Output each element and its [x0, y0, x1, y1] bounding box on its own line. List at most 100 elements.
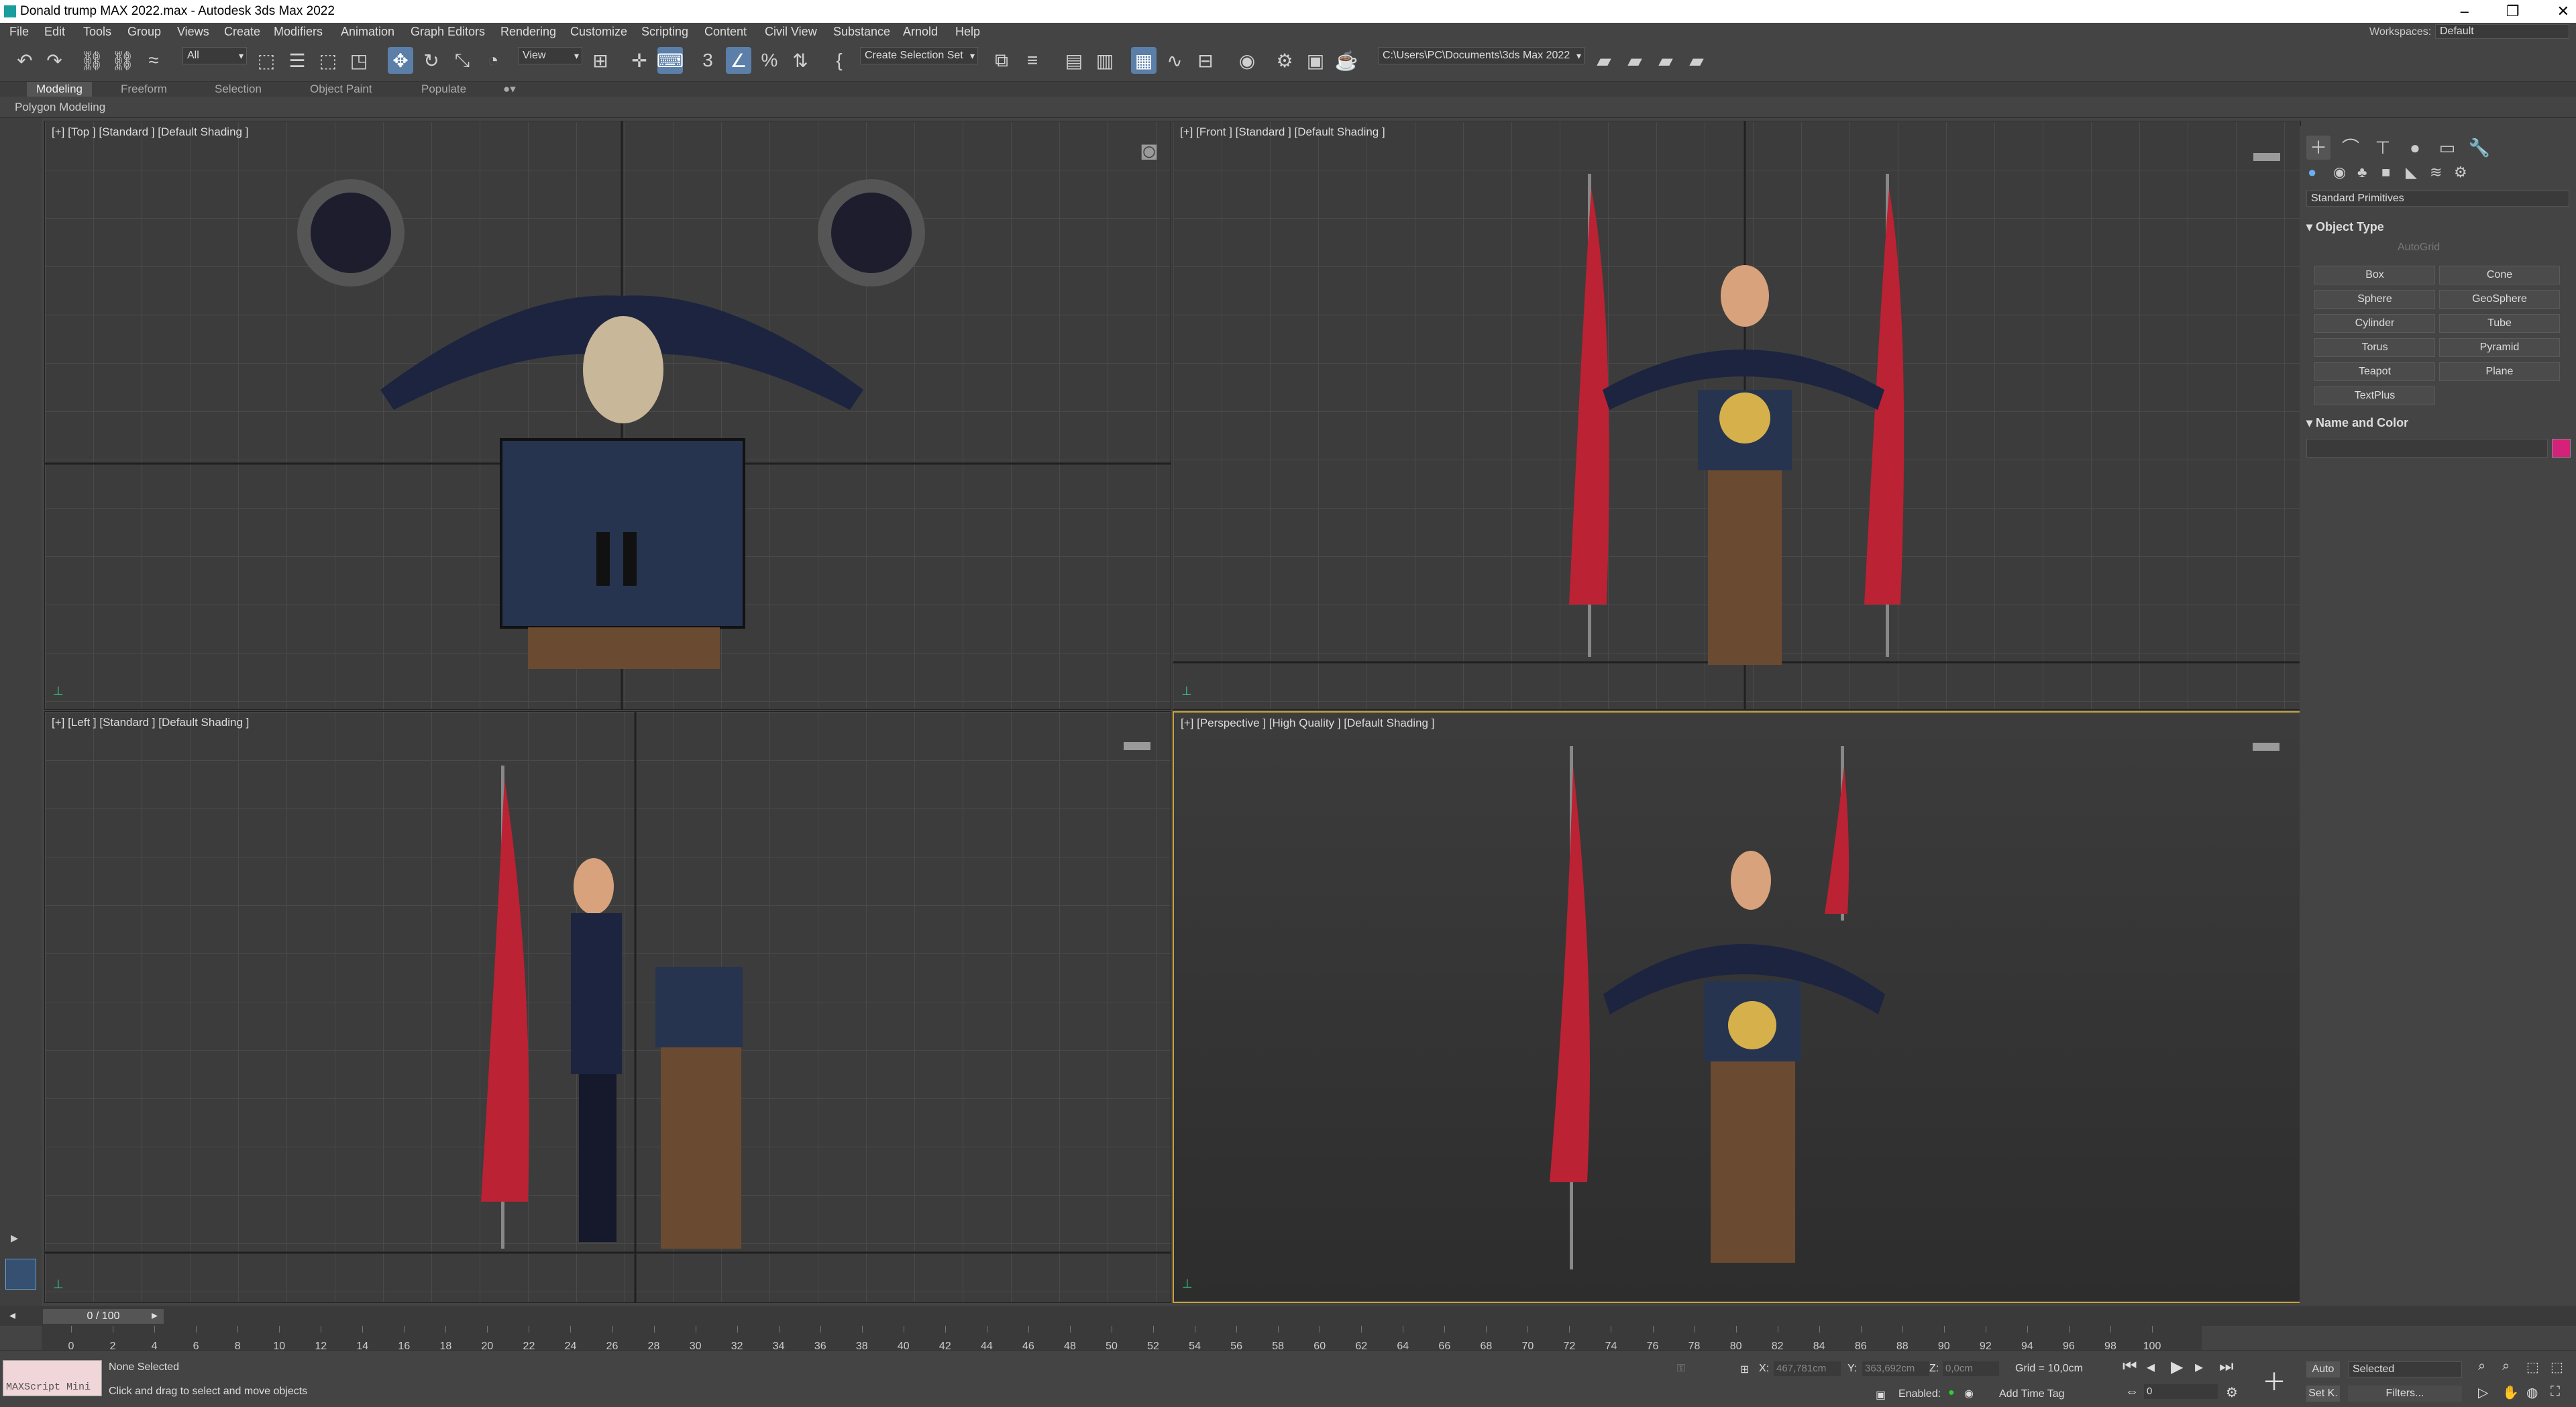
lights-icon[interactable]: ♣ — [2357, 164, 2367, 181]
orbit-icon[interactable]: ◍ — [2526, 1384, 2538, 1401]
select-object-icon[interactable]: ⬚ — [254, 47, 279, 74]
current-frame-field[interactable]: 0 — [2144, 1384, 2218, 1399]
menu-civil-view[interactable]: Civil View — [765, 25, 817, 39]
auto-key-button[interactable]: Auto — [2306, 1361, 2340, 1377]
pyramid-button[interactable]: Pyramid — [2439, 338, 2560, 357]
viewport-layout-icon[interactable] — [5, 1259, 36, 1290]
zoom-icon[interactable]: ⌕ — [2478, 1359, 2485, 1374]
spinner-snap-icon[interactable]: ⇅ — [788, 47, 813, 74]
pan-icon[interactable]: ✋ — [2502, 1384, 2519, 1401]
project-folder-icon[interactable]: ▰ — [1591, 47, 1617, 74]
autogrid-checkbox[interactable]: AutoGrid — [2398, 242, 2440, 254]
create-tab-icon[interactable]: ＋ — [2306, 136, 2330, 160]
reference-coordinate-dropdown[interactable]: View — [518, 47, 582, 64]
selection-filter-dropdown[interactable]: All — [182, 47, 247, 64]
menu-tools[interactable]: Tools — [83, 25, 111, 39]
x-coordinate-field[interactable]: 467,781cm — [1774, 1361, 1841, 1376]
close-icon[interactable]: ✕ — [2557, 0, 2569, 23]
box-button[interactable]: Box — [2314, 266, 2435, 284]
menu-group[interactable]: Group — [127, 25, 161, 39]
shapes-icon[interactable]: ◉ — [2333, 164, 2346, 181]
zoom-all-icon[interactable]: ⌕ — [2502, 1359, 2510, 1374]
z-coordinate-field[interactable]: 0,0cm — [1943, 1361, 1999, 1376]
curve-editor-icon[interactable]: ∿ — [1162, 47, 1187, 74]
polygon-modeling-panel[interactable]: Polygon Modeling — [15, 101, 105, 114]
angle-snap-icon[interactable]: ∠ — [726, 47, 751, 74]
space-warps-icon[interactable]: ≋ — [2430, 164, 2442, 181]
menu-content[interactable]: Content — [704, 25, 747, 39]
viewport-front[interactable]: [+] [Front ] [Standard ] [Default Shadin… — [1173, 121, 2301, 710]
time-slider-handle[interactable]: 0 / 100 — [43, 1309, 164, 1324]
unlink-icon[interactable]: ⛓ — [110, 47, 136, 74]
time-config-icon[interactable]: ⚙ — [2226, 1384, 2238, 1401]
key-mode-icon[interactable]: ⇔ — [2125, 1384, 2139, 1400]
render-production-icon[interactable]: ☕ — [1334, 47, 1359, 74]
rect-selection-icon[interactable]: ⬚ — [315, 47, 341, 74]
menu-substance[interactable]: Substance — [833, 25, 890, 39]
add-key-icon[interactable]: ＋ — [2262, 1363, 2286, 1398]
align-icon[interactable]: ≡ — [1020, 47, 1045, 74]
named-selection-dropdown[interactable]: Create Selection Set — [860, 47, 978, 64]
menu-arnold[interactable]: Arnold — [903, 25, 938, 39]
object-category-dropdown[interactable]: Standard Primitives — [2306, 191, 2569, 207]
menu-graph-editors[interactable]: Graph Editors — [411, 25, 485, 39]
undo-icon[interactable]: ↶ — [12, 47, 38, 74]
cone-button[interactable]: Cone — [2439, 266, 2560, 284]
project-path-dropdown[interactable]: C:\Users\PC\Documents\3ds Max 2022 — [1378, 47, 1585, 64]
restore-icon[interactable]: ❐ — [2506, 0, 2520, 23]
material-editor-icon[interactable]: ◉ — [1234, 47, 1260, 74]
sphere-button[interactable]: Sphere — [2314, 290, 2435, 309]
percent-snap-icon[interactable]: % — [757, 47, 782, 74]
prev-frame-icon[interactable]: ◂ — [9, 1308, 15, 1322]
key-filters-button[interactable]: Filters... — [2348, 1386, 2462, 1402]
ribbon-tab-freeform[interactable]: Freeform — [111, 82, 176, 97]
ribbon-tab-populate[interactable]: Populate — [412, 82, 476, 97]
schematic-view-icon[interactable]: ⊟ — [1193, 47, 1218, 74]
workspace-dropdown[interactable]: Default — [2435, 24, 2569, 39]
ribbon-tab-selection[interactable]: Selection — [205, 82, 271, 97]
object-color-swatch[interactable] — [2552, 439, 2571, 458]
systems-icon[interactable]: ⚙ — [2454, 164, 2467, 181]
mirror-icon[interactable]: ⧉ — [989, 47, 1014, 74]
maxscript-listener[interactable]: MAXScript Mini — [3, 1360, 102, 1396]
object-type-rollout[interactable]: ▾ Object Type — [2306, 220, 2384, 234]
select-by-name-icon[interactable]: ☰ — [284, 47, 310, 74]
goto-end-icon[interactable]: ⏭ — [2219, 1357, 2234, 1376]
cylinder-button[interactable]: Cylinder — [2314, 314, 2435, 333]
tube-button[interactable]: Tube — [2439, 314, 2560, 333]
select-move-icon[interactable]: ✥ — [388, 47, 413, 74]
motion-tab-icon[interactable]: ● — [2403, 136, 2427, 160]
pivot-center-icon[interactable]: ⊞ — [588, 47, 613, 74]
menu-animation[interactable]: Animation — [341, 25, 394, 39]
teapot-button[interactable]: Teapot — [2314, 362, 2435, 381]
track-bar[interactable]: 0 2 4 6 8 10 12 14 16 18 20 22 24 26 28 30 32 34 36 38 40 42 4… — [42, 1326, 2202, 1352]
hierarchy-tab-icon[interactable]: ⊤ — [2371, 136, 2395, 160]
time-tag-icon[interactable]: ◉ — [1964, 1387, 1974, 1400]
menu-modifiers[interactable]: Modifiers — [274, 25, 323, 39]
rendered-frame-window-icon[interactable]: ▣ — [1303, 47, 1328, 74]
set-key-button[interactable]: Set K. — [2306, 1386, 2340, 1402]
zoom-extents-all-icon[interactable]: ⬚ — [2551, 1359, 2563, 1375]
place-icon[interactable]: ◔ — [480, 47, 506, 74]
menu-edit[interactable]: Edit — [44, 25, 65, 39]
recent-folder-icon[interactable]: ▰ — [1653, 47, 1678, 74]
textplus-button[interactable]: TextPlus — [2314, 386, 2435, 405]
ribbon-tab-modeling[interactable]: Modeling — [27, 82, 92, 97]
absolute-mode-icon[interactable]: ⊞ — [1740, 1363, 1749, 1376]
viewport-left[interactable]: [+] [Left ] [Standard ] [Default Shading… — [44, 711, 1171, 1303]
goto-start-icon[interactable]: ⏮ — [2123, 1357, 2137, 1376]
window-crossing-icon[interactable]: ◳ — [346, 47, 372, 74]
next-key-icon[interactable]: ▸ — [2195, 1357, 2203, 1377]
cameras-icon[interactable]: ■ — [2381, 164, 2390, 181]
menu-file[interactable]: File — [9, 25, 29, 39]
menu-views[interactable]: Views — [177, 25, 209, 39]
plane-button[interactable]: Plane — [2439, 362, 2560, 381]
modify-tab-icon[interactable]: ⌒ — [2339, 136, 2363, 160]
key-set-dropdown[interactable]: Selected — [2348, 1361, 2462, 1377]
time-slider[interactable]: ◂ 0 / 100 ▸ — [0, 1306, 2576, 1326]
layer-explorer-icon[interactable]: ▥ — [1092, 47, 1118, 74]
expand-layout-icon[interactable]: ▸ — [11, 1229, 18, 1247]
isolate-selection-icon[interactable]: ⚿ — [1677, 1363, 1685, 1375]
display-tab-icon[interactable]: ▭ — [2435, 136, 2459, 160]
render-setup-icon[interactable]: ⚙ — [1272, 47, 1297, 74]
